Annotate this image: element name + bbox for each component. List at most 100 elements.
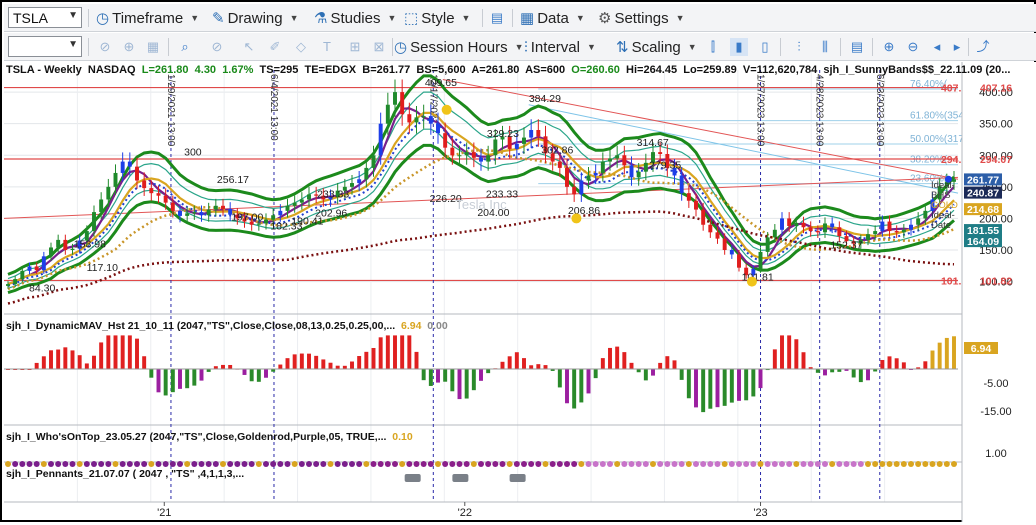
candle-body [794,222,799,226]
style-icon: ⬚ [404,9,419,27]
histogram-bar [299,353,304,369]
chart-canvas[interactable]: 76.40%(61.80%(354.88)50.00%(317.74)38.20… [3,62,1036,522]
session-hours-button[interactable]: ◷ Session Hours ▼ [394,37,524,57]
candle-body [780,218,784,230]
separator [88,38,89,56]
settings-button[interactable]: ⚙ Settings ▼ [598,8,685,28]
candle-body [371,155,376,168]
histogram-bar [500,361,505,369]
bar-chart-icon[interactable]: ⫿ [704,38,722,56]
chart-link-icon[interactable]: ⊕ [120,38,138,56]
whos-on-top-dot [19,461,26,467]
whos-on-top-dot [420,461,427,467]
layout-icon[interactable]: ▤ [848,38,866,56]
value-box-label: 261.77 [967,174,999,186]
price-annotation: 314.67 [637,137,669,149]
timeframe-button[interactable]: ◷ Timeframe ▼ [96,8,199,28]
zoom-page-icon[interactable]: ⌕ [176,38,194,56]
candle-body [135,166,139,181]
whos-on-top-dot [298,461,305,467]
main-toolbar: TSLA ▼ ◷ Timeframe ▼ ✎ Drawing ▼ ⚗ Studi… [4,4,1036,32]
candle-body [686,193,691,201]
candle-body [156,193,161,196]
style-button[interactable]: ⬚ Style ▼ [404,8,470,28]
add-chart-icon[interactable]: ⤴ [974,38,992,56]
candle-body [701,209,706,225]
chevron-down-icon: ▼ [68,39,78,50]
whos-on-top-dot [485,461,492,467]
whos-on-top-dot [105,461,112,467]
pane3-value: 0.10 [392,431,413,443]
drawing-button[interactable]: ✎ Drawing ▼ [212,8,299,28]
candle-body [436,123,440,134]
whos-on-top-dot [155,461,162,467]
whos-on-top-dot [499,461,506,467]
zoom-out-icon[interactable]: ⊖ [904,38,922,56]
shape-tool-icon[interactable]: ◇ [292,38,310,56]
whos-on-top-dot [227,461,234,467]
histogram-bar [708,369,713,409]
studies-button[interactable]: ⚗ Studies ▼ [314,8,396,28]
order-tool-icon[interactable]: ⊠ [370,38,388,56]
volume-icon[interactable]: ⫶ [790,38,808,56]
histogram-bar [163,369,168,396]
pencil-icon: ✎ [212,9,225,27]
candle-body [694,200,698,210]
scroll-left-icon[interactable]: ◂ [928,38,946,56]
cursor-icon[interactable]: ↖ [240,38,258,56]
interval-label: Interval [530,38,580,56]
whos-on-top-dot [306,461,312,467]
candle-body [221,205,225,209]
whos-on-top-dot [134,461,140,467]
volume-bars-icon[interactable]: ⫼ [816,38,834,56]
data-label: Data [537,9,569,27]
scroll-right-icon[interactable]: ▸ [948,38,966,56]
whos-on-top-dot [664,461,671,467]
link-icon[interactable]: ⊘ [96,38,114,56]
alert-tool-icon[interactable]: ⊞ [346,38,364,56]
histogram-bar [77,355,82,369]
histogram-bar [113,335,118,369]
histogram-bar [428,369,433,386]
histogram-bar [930,350,935,369]
candle-body [264,219,268,224]
session-hours-label: Session Hours [410,38,508,56]
whos-on-top-dot [241,461,248,467]
histogram-bar [715,369,720,408]
histogram-bar [579,369,584,403]
separator [968,38,969,56]
candle-body [414,117,419,123]
chart-area[interactable]: 76.40%(61.80%(354.88) 50.00%(317.74) 38.20… [3,62,1036,522]
histogram-bar [407,335,412,369]
zoom-in-icon[interactable]: ⊕ [880,38,898,56]
whos-on-top-dot [320,461,327,467]
window-icon[interactable]: ▤ [488,9,506,27]
whos-on-top-dot [119,461,126,467]
candle-body [378,123,383,156]
data-button[interactable]: ▦ Data ▼ [520,8,585,28]
candle-chart-icon[interactable]: ▮ [730,38,748,56]
pivot-dot [441,104,452,115]
histogram-bar [221,364,225,369]
grid-layout-icon[interactable]: ▦ [144,38,162,56]
hollow-candle-icon[interactable]: ▯ [756,38,774,56]
header-bs: BS=5,600 [416,64,466,76]
draw-tool-icon[interactable]: ✐ [266,38,284,56]
candle-body [271,215,276,220]
nav-icon[interactable]: ⊘ [208,38,226,56]
whos-on-top-dot [779,461,785,467]
text-tool-icon[interactable]: T [318,38,336,56]
separator [168,38,169,56]
price-annotation: 279.35 [649,159,681,171]
whos-on-top-dot [893,461,900,467]
price-annotation: 300 [184,146,202,158]
histogram-bar [557,369,562,388]
symbol-input[interactable]: TSLA ▼ [8,7,82,28]
whos-on-top-dot [377,461,384,467]
whos-on-top-dot [506,461,513,467]
candle-body [400,92,405,115]
workspace-select[interactable]: ▼ [8,36,82,57]
whos-on-top-dot [463,461,470,467]
interval-button[interactable]: ⫶ Interval ▼ [524,37,596,57]
scaling-button[interactable]: ⇅ Scaling ▼ [616,37,697,57]
